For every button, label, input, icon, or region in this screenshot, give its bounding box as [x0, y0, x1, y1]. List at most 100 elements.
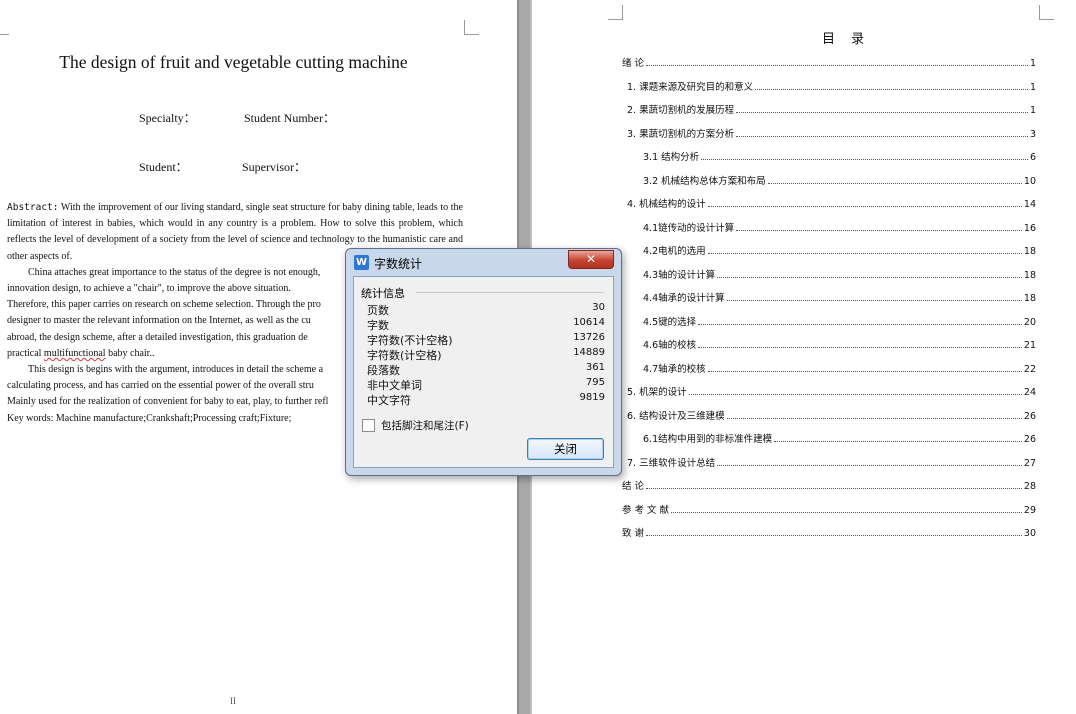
- toc-entry[interactable]: 3.2 机械结构总体方案和布局 10: [622, 173, 1036, 187]
- toc-entry[interactable]: 4. 机械结构的设计 14: [622, 196, 1036, 210]
- toc-entry-title: 6.1结构中用到的非标准件建模: [643, 434, 773, 445]
- toc-entry-page: 22: [1023, 363, 1036, 375]
- toc-entry[interactable]: 1. 课题来源及研究目的和意义 1: [622, 79, 1036, 93]
- stat-label: 段落数: [367, 364, 400, 377]
- stat-row: 字符数(计空格) 14889: [367, 347, 605, 362]
- toc-entry-page: 20: [1023, 316, 1036, 328]
- stat-row: 非中文单词 795: [367, 377, 605, 392]
- toc-entry-page: 1: [1029, 105, 1036, 116]
- toc-dot-leader: [736, 111, 1028, 113]
- toc-dot-leader: [671, 511, 1022, 513]
- page-corner-mark: [1039, 5, 1054, 20]
- stat-row: 段落数 361: [367, 362, 605, 377]
- dialog-title: 字数统计: [374, 257, 423, 271]
- toc-entry-title: 4.6轴的校核: [643, 340, 697, 351]
- close-icon[interactable]: ✕: [568, 250, 614, 269]
- toc-entry[interactable]: 5. 机架的设计 24: [622, 384, 1036, 398]
- toc-entry[interactable]: 2. 果蔬切割机的发展历程 1: [622, 102, 1036, 116]
- toc-dot-leader: [646, 64, 1028, 66]
- toc-title: 目 录: [822, 32, 871, 47]
- toc-entry[interactable]: 3. 果蔬切割机的方案分析 3: [622, 126, 1036, 140]
- stat-label: 字符数(计空格): [367, 349, 442, 362]
- document-title: The design of fruit and vegetable cuttin…: [59, 52, 408, 72]
- abstract-label: Abstract:: [7, 202, 59, 213]
- toc-entry-page: 14: [1023, 199, 1036, 210]
- student-number-label: Student Number：: [244, 111, 335, 125]
- toc-dot-leader: [726, 299, 1022, 301]
- stat-value: 30: [592, 302, 605, 313]
- stat-row: 字符数(不计空格) 13726: [367, 332, 605, 347]
- toc-dot-leader: [698, 346, 1022, 348]
- toc-entry-page: 3: [1029, 128, 1036, 140]
- toc-entry-page: 18: [1023, 246, 1036, 257]
- toc-entry[interactable]: 4.2电机的选用 18: [622, 243, 1036, 257]
- toc-entry-page: 21: [1023, 340, 1036, 351]
- wps-writer-icon: W: [354, 255, 369, 270]
- page-corner-mark: [608, 5, 623, 20]
- toc-entry-page: 26: [1023, 410, 1036, 422]
- toc-entry-page: 26: [1023, 434, 1036, 445]
- toc-entry[interactable]: 3.1 结构分析 6: [622, 149, 1036, 163]
- toc-entry-title: 4.5键的选择: [643, 316, 697, 328]
- toc-entry-page: 18: [1023, 293, 1036, 304]
- close-button[interactable]: 关闭: [527, 438, 604, 460]
- toc-dot-leader: [717, 464, 1022, 466]
- include-footnotes-label: 包括脚注和尾注(F): [381, 420, 469, 432]
- toc-entry[interactable]: 4.5键的选择 20: [622, 314, 1036, 328]
- include-footnotes-option[interactable]: 包括脚注和尾注(F): [362, 418, 469, 433]
- page-corner-mark: [464, 20, 479, 35]
- toc-entry[interactable]: 4.3轴的设计计算 18: [622, 267, 1036, 281]
- supervisor-label: Supervisor：: [242, 160, 306, 174]
- toc-dot-leader: [698, 323, 1022, 325]
- toc-entry-title: 3.1 结构分析: [643, 152, 700, 163]
- stats-list: 页数 30 字数 10614 字符数(不计空格) 13726 字符数(计空格) 14889 段落…: [367, 302, 605, 407]
- toc-dot-leader: [717, 276, 1022, 278]
- spelling-error-mark[interactable]: multifunctional: [44, 348, 106, 359]
- toc-entry[interactable]: 4.7轴承的校核 22: [622, 361, 1036, 375]
- toc-dot-leader: [736, 135, 1028, 137]
- toc-entry-title: 2. 果蔬切割机的发展历程: [627, 105, 735, 116]
- dialog-body: 统计信息 页数 30 字数 10614 字符数(不计空格) 13726 字符数(计空格) 14…: [353, 276, 614, 468]
- toc-entry[interactable]: 致 谢 30: [622, 525, 1036, 539]
- toc-dot-leader: [646, 487, 1022, 489]
- toc-entry[interactable]: 6. 结构设计及三维建模 26: [622, 408, 1036, 422]
- stat-value: 13726: [573, 332, 605, 343]
- toc-entry[interactable]: 6.1结构中用到的非标准件建模 26: [622, 431, 1036, 445]
- toc-entry-page: 6: [1029, 152, 1036, 163]
- toc-entry[interactable]: 4.1链传动的设计计算 16: [622, 220, 1036, 234]
- toc-entry-page: 1: [1029, 81, 1036, 93]
- group-divider: [416, 292, 604, 293]
- toc-dot-leader: [707, 252, 1022, 254]
- toc-entry[interactable]: 结 论 28: [622, 478, 1036, 492]
- toc-entry[interactable]: 4.6轴的校核 21: [622, 337, 1036, 351]
- toc-dot-leader: [755, 88, 1028, 90]
- specialty-label: Specialty：: [139, 111, 196, 125]
- stat-label: 字数: [367, 319, 389, 332]
- toc-entry-title: 4.3轴的设计计算: [643, 269, 716, 281]
- toc-entry-page: 30: [1023, 528, 1036, 539]
- toc-entry[interactable]: 4.4轴承的设计计算 18: [622, 290, 1036, 304]
- stat-value: 795: [585, 377, 605, 388]
- toc-entry-page: 29: [1023, 504, 1036, 516]
- stat-label: 中文字符: [367, 394, 411, 407]
- toc-entry-page: 10: [1023, 175, 1036, 187]
- stat-row: 页数 30: [367, 302, 605, 317]
- toc-entry-title: 4.2电机的选用: [643, 246, 706, 257]
- toc-entry[interactable]: 参 考 文 献 29: [622, 502, 1036, 516]
- toc-entry-title: 结 论: [622, 481, 645, 492]
- toc-entry-title: 绪 论: [622, 58, 645, 69]
- toc-dot-leader: [726, 417, 1022, 419]
- toc-entry-title: 3. 果蔬切割机的方案分析: [627, 128, 735, 140]
- toc-entry[interactable]: 绪 论 1: [622, 55, 1036, 69]
- include-footnotes-checkbox[interactable]: [362, 419, 375, 432]
- stat-row: 中文字符 9819: [367, 392, 605, 407]
- student-label: Student：: [139, 160, 188, 174]
- toc-dot-leader: [707, 205, 1022, 207]
- dialog-titlebar[interactable]: W 字数统计 ✕: [346, 249, 621, 275]
- stat-value: 10614: [573, 317, 605, 328]
- toc-entry-page: 18: [1023, 269, 1036, 281]
- toc-entry[interactable]: 7. 三维软件设计总结 27: [622, 455, 1036, 469]
- stat-label: 页数: [367, 304, 389, 317]
- toc-entry-title: 1. 课题来源及研究目的和意义: [627, 81, 754, 93]
- toc-entry-title: 7. 三维软件设计总结: [627, 457, 716, 469]
